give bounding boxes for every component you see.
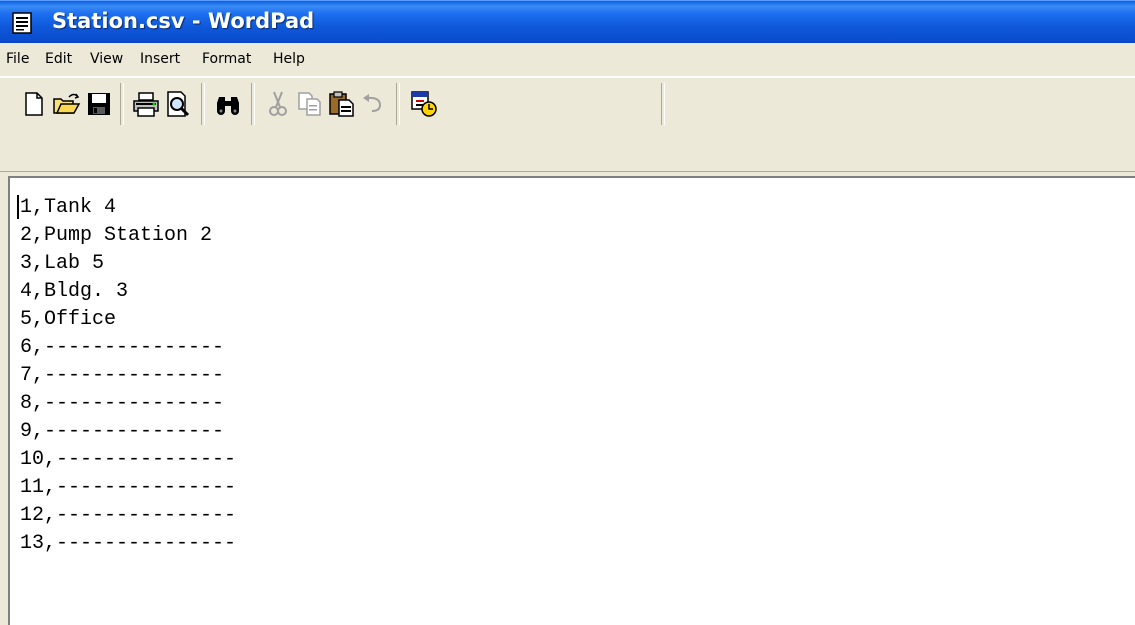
print-preview-icon[interactable] xyxy=(163,89,193,119)
document-text-area[interactable]: 1,Tank 4 2,Pump Station 2 3,Lab 5 4,Bldg. 3… xyxy=(8,176,1135,625)
menu-format[interactable]: Format xyxy=(202,51,251,67)
insert-date-time-icon[interactable] xyxy=(409,89,439,119)
menu-view[interactable]: View xyxy=(90,51,123,67)
notepad-document-icon[interactable] xyxy=(11,12,33,34)
document-line: 11,--------------- xyxy=(20,476,237,499)
toolbar-separator xyxy=(201,83,205,125)
document-line: 6,--------------- xyxy=(20,336,225,359)
toolbar-separator xyxy=(396,83,400,125)
document-line: 7,--------------- xyxy=(20,364,225,387)
document-line: 4,Bldg. 3 xyxy=(20,280,129,303)
window-left-edge xyxy=(0,172,8,623)
window-title: Station.csv - WordPad xyxy=(52,9,315,33)
document-lines: 1,Tank 4 2,Pump Station 2 3,Lab 5 4,Bldg. 3… xyxy=(20,194,236,558)
save-disk-icon[interactable] xyxy=(84,89,114,119)
menu-help[interactable]: Help xyxy=(273,51,305,67)
find-binoculars-icon[interactable] xyxy=(213,89,243,119)
cut-scissors-icon xyxy=(263,89,293,119)
copy-icon xyxy=(295,89,325,119)
document-line: 8,--------------- xyxy=(20,392,225,415)
toolbar-separator xyxy=(251,83,255,125)
document-line: 2,Pump Station 2 xyxy=(20,224,213,247)
document-line: 5,Office xyxy=(20,308,117,331)
title-bar[interactable]: Station.csv - WordPad xyxy=(0,0,1135,44)
document-line: 9,--------------- xyxy=(20,420,225,443)
toolbar-separator xyxy=(120,83,124,125)
menu-edit[interactable]: Edit xyxy=(45,51,72,67)
print-icon[interactable] xyxy=(131,89,161,119)
menu-file[interactable]: File xyxy=(6,51,29,67)
toolbar-bottom-border xyxy=(0,171,1135,172)
menu-bar: File Edit View Insert Format Help xyxy=(0,43,1135,77)
document-line: 10,--------------- xyxy=(20,448,237,471)
document-line: 3,Lab 5 xyxy=(20,252,105,275)
paste-clipboard-icon[interactable] xyxy=(327,89,357,119)
open-folder-icon[interactable] xyxy=(51,89,81,119)
text-caret xyxy=(17,195,19,219)
new-document-icon[interactable] xyxy=(19,89,49,119)
toolbar-end-separator xyxy=(661,83,665,125)
document-line: 13,--------------- xyxy=(20,532,237,555)
document-line: 12,--------------- xyxy=(20,504,237,527)
menu-insert[interactable]: Insert xyxy=(140,51,180,67)
undo-icon xyxy=(358,89,388,119)
document-line: 1,Tank 4 xyxy=(20,196,117,219)
